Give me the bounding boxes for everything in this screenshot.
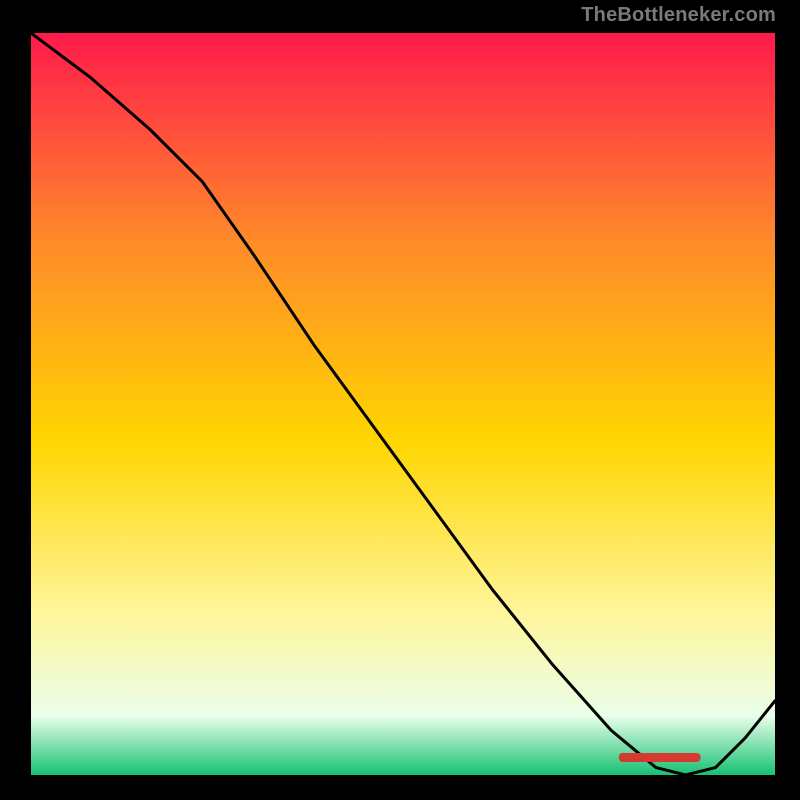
attribution-text: TheBottleneker.com xyxy=(581,4,776,27)
chart-svg xyxy=(31,33,775,775)
bottom-marker xyxy=(619,753,701,762)
plot-area xyxy=(28,30,778,778)
chart-frame: TheBottleneker.com xyxy=(0,0,800,800)
gradient-background xyxy=(31,33,775,775)
